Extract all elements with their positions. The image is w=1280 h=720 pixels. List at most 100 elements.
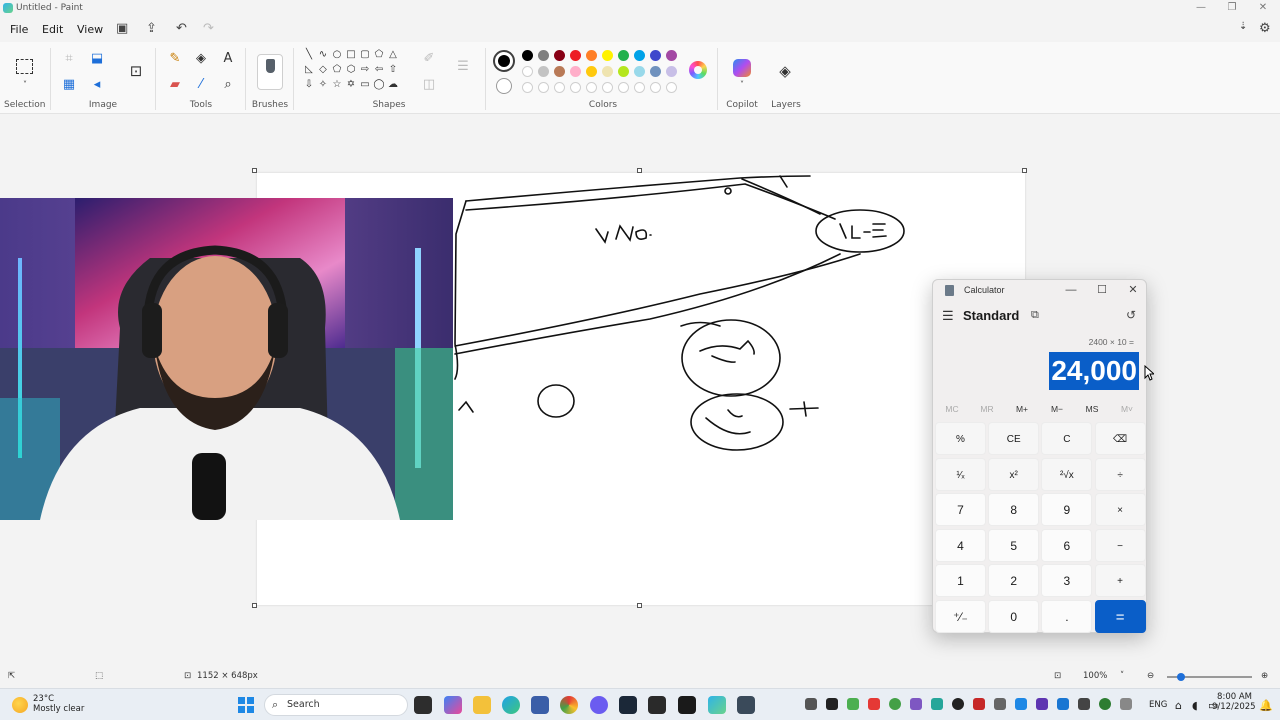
outline-icon[interactable]: ✐ — [420, 50, 438, 68]
settings-icon[interactable]: ⚙ — [1259, 21, 1271, 36]
color-swatch[interactable] — [554, 66, 565, 77]
secondary-color[interactable] — [496, 78, 512, 94]
color-swatch[interactable] — [634, 50, 645, 61]
bluetooth-icon[interactable] — [1057, 698, 1069, 710]
resize-icon[interactable]: ⬓ — [88, 50, 106, 68]
memory-button[interactable]: M˅ — [1110, 404, 1144, 414]
callout-cloud-shape-icon[interactable]: ☁ — [386, 78, 400, 92]
custom-color-slot[interactable] — [602, 82, 613, 93]
rounded-rect-shape-icon[interactable]: ▢ — [358, 48, 372, 62]
paint-taskbar-icon[interactable] — [708, 696, 726, 714]
edge-icon[interactable] — [502, 696, 520, 714]
fit-to-window-icon[interactable]: ⊡ — [1054, 671, 1061, 681]
calculator-taskbar-icon[interactable] — [737, 696, 755, 714]
color-swatch[interactable] — [538, 66, 549, 77]
tray-app-icon[interactable] — [805, 698, 817, 710]
calc-key[interactable]: 4 — [935, 528, 986, 562]
custom-color-slot[interactable] — [522, 82, 533, 93]
discord-icon[interactable] — [590, 696, 608, 714]
copilot-taskbar-icon[interactable] — [444, 696, 462, 714]
tray-app-icon[interactable] — [1078, 698, 1090, 710]
left-arrow-shape-icon[interactable]: ⇦ — [372, 63, 386, 77]
store-icon[interactable] — [531, 696, 549, 714]
menu-edit[interactable]: Edit — [42, 23, 63, 36]
calc-key[interactable]: 2 — [988, 564, 1040, 597]
calc-key[interactable]: C — [1041, 422, 1093, 455]
color-swatch[interactable] — [650, 66, 661, 77]
tray-app-icon[interactable] — [973, 698, 985, 710]
copilot-dropdown-icon[interactable]: ˅ — [733, 76, 751, 94]
history-icon[interactable]: ↺ — [1126, 308, 1136, 322]
callout-oval-shape-icon[interactable]: ◯ — [372, 78, 386, 92]
custom-color-slot[interactable] — [570, 82, 581, 93]
calc-close-button[interactable]: ✕ — [1123, 282, 1143, 298]
calc-key[interactable]: x² — [988, 457, 1040, 491]
color-swatch[interactable] — [666, 66, 677, 77]
restore-button[interactable]: ❐ — [1217, 1, 1247, 15]
epic-games-icon[interactable] — [648, 696, 666, 714]
selection-dropdown-icon[interactable]: ˅ — [16, 76, 34, 94]
calc-key[interactable]: . — [1041, 599, 1093, 633]
calc-key[interactable]: 6 — [1041, 528, 1093, 562]
custom-color-slot[interactable] — [634, 82, 645, 93]
calc-key[interactable]: × — [1094, 493, 1146, 526]
polygon-shape-icon[interactable]: ⬠ — [372, 48, 386, 62]
callout-rect-shape-icon[interactable]: ▭ — [358, 78, 372, 92]
volume-icon[interactable]: ◖ — [1192, 699, 1198, 712]
minimize-button[interactable]: — — [1186, 1, 1216, 15]
color-swatch[interactable] — [522, 66, 533, 77]
calc-key[interactable]: ÷ — [1094, 457, 1146, 491]
calc-minimize-button[interactable]: — — [1061, 282, 1081, 298]
tray-app-icon[interactable] — [1015, 698, 1027, 710]
custom-color-slot[interactable] — [538, 82, 549, 93]
zoom-in-icon[interactable]: ⊕ — [1261, 671, 1268, 681]
weather-icon[interactable] — [12, 697, 28, 713]
shape-fill-icon[interactable]: ◫ — [420, 76, 438, 94]
calc-key[interactable]: 7 — [935, 493, 986, 526]
custom-color-slot[interactable] — [666, 82, 677, 93]
tray-app-icon[interactable] — [952, 698, 964, 710]
rectangle-shape-icon[interactable]: □ — [344, 48, 358, 62]
up-arrow-shape-icon[interactable]: ⇧ — [386, 63, 400, 77]
zoom-slider-thumb[interactable] — [1177, 673, 1185, 681]
selection-tool-icon[interactable] — [16, 59, 33, 74]
calc-maximize-button[interactable]: ☐ — [1092, 282, 1112, 298]
tray-app-icon[interactable] — [889, 698, 901, 710]
tray-app-icon[interactable] — [931, 698, 943, 710]
color-swatch[interactable] — [602, 66, 613, 77]
calc-display[interactable]: 24,000 — [1049, 352, 1139, 390]
chrome-icon[interactable] — [560, 696, 578, 714]
zoom-dropdown-icon[interactable]: ˅ — [1120, 671, 1124, 681]
calc-key[interactable]: − — [1094, 528, 1146, 562]
task-view-icon[interactable] — [414, 696, 432, 714]
five-point-star-shape-icon[interactable]: ☆ — [330, 78, 344, 92]
memory-button[interactable]: M− — [1040, 404, 1074, 414]
color-swatch[interactable] — [618, 66, 629, 77]
calc-key[interactable]: 0 — [988, 599, 1040, 633]
rotate-icon[interactable]: ◂ — [88, 76, 106, 94]
calc-key[interactable]: ⁺⁄₋ — [935, 599, 986, 633]
account-icon[interactable]: ⇣ — [1239, 21, 1247, 32]
notification-bell-icon[interactable]: 🔔 — [1259, 699, 1273, 712]
navigation-menu-icon[interactable]: ☰ — [942, 308, 954, 324]
four-point-star-shape-icon[interactable]: ✧ — [316, 78, 330, 92]
redo-icon[interactable]: ↷ — [203, 21, 214, 36]
triangle-shape-icon[interactable]: △ — [386, 48, 400, 62]
tray-app-icon[interactable] — [1036, 698, 1048, 710]
color-swatch[interactable] — [666, 50, 677, 61]
color-swatch[interactable] — [538, 50, 549, 61]
calc-key[interactable]: CE — [988, 422, 1040, 455]
calc-key[interactable]: + — [1094, 564, 1146, 597]
pentagon-shape-icon[interactable]: ⬠ — [330, 63, 344, 77]
magnifier-icon[interactable]: ⌕ — [219, 76, 237, 94]
steam-icon[interactable] — [619, 696, 637, 714]
menu-view[interactable]: View — [77, 23, 103, 36]
taskbar-search[interactable]: ⌕ Search — [264, 694, 408, 716]
edit-colors-icon[interactable] — [689, 61, 707, 79]
brushes-button[interactable] — [257, 54, 283, 90]
calc-key[interactable]: 3 — [1041, 564, 1093, 597]
calc-key[interactable]: 1 — [935, 564, 986, 597]
color-swatch[interactable] — [586, 66, 597, 77]
right-triangle-shape-icon[interactable]: ◺ — [302, 63, 316, 77]
right-arrow-shape-icon[interactable]: ⇨ — [358, 63, 372, 77]
